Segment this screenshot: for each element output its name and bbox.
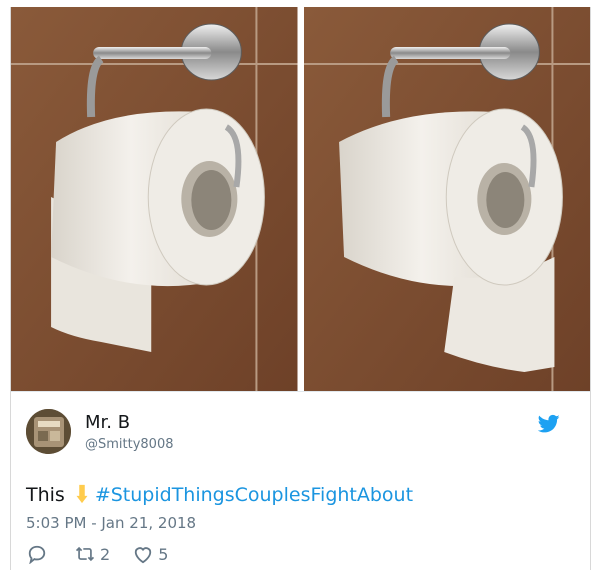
reply-button[interactable] bbox=[26, 544, 52, 564]
avatar[interactable] bbox=[26, 409, 71, 454]
cropped-footer-text bbox=[420, 564, 570, 570]
user-handle[interactable]: @Smitty8008 bbox=[85, 437, 174, 452]
pointing-down-hand-icon bbox=[76, 484, 88, 504]
action-bar: 2 5 bbox=[26, 544, 190, 564]
reply-icon bbox=[28, 545, 46, 564]
display-name[interactable]: Mr. B bbox=[85, 412, 130, 433]
divider bbox=[11, 391, 590, 392]
tweet-text: This #StupidThingsCouplesFightAbout bbox=[26, 483, 413, 506]
retweet-count: 2 bbox=[100, 544, 111, 564]
like-button[interactable]: 5 bbox=[132, 544, 168, 564]
heart-icon bbox=[135, 547, 152, 564]
toilet-paper-under-photo[interactable] bbox=[11, 7, 298, 391]
toilet-paper-over-photo[interactable] bbox=[303, 7, 590, 391]
photo-grid bbox=[11, 7, 590, 391]
tweet-text-prefix: This bbox=[26, 484, 65, 506]
timestamp[interactable]: 5:03 PM - Jan 21, 2018 bbox=[26, 514, 196, 532]
retweet-button[interactable]: 2 bbox=[74, 544, 110, 564]
hashtag-link[interactable]: #StupidThingsCouplesFightAbout bbox=[95, 484, 413, 506]
like-count: 5 bbox=[158, 544, 169, 564]
twitter-bird-icon[interactable] bbox=[538, 414, 560, 434]
retweet-icon bbox=[75, 546, 95, 562]
